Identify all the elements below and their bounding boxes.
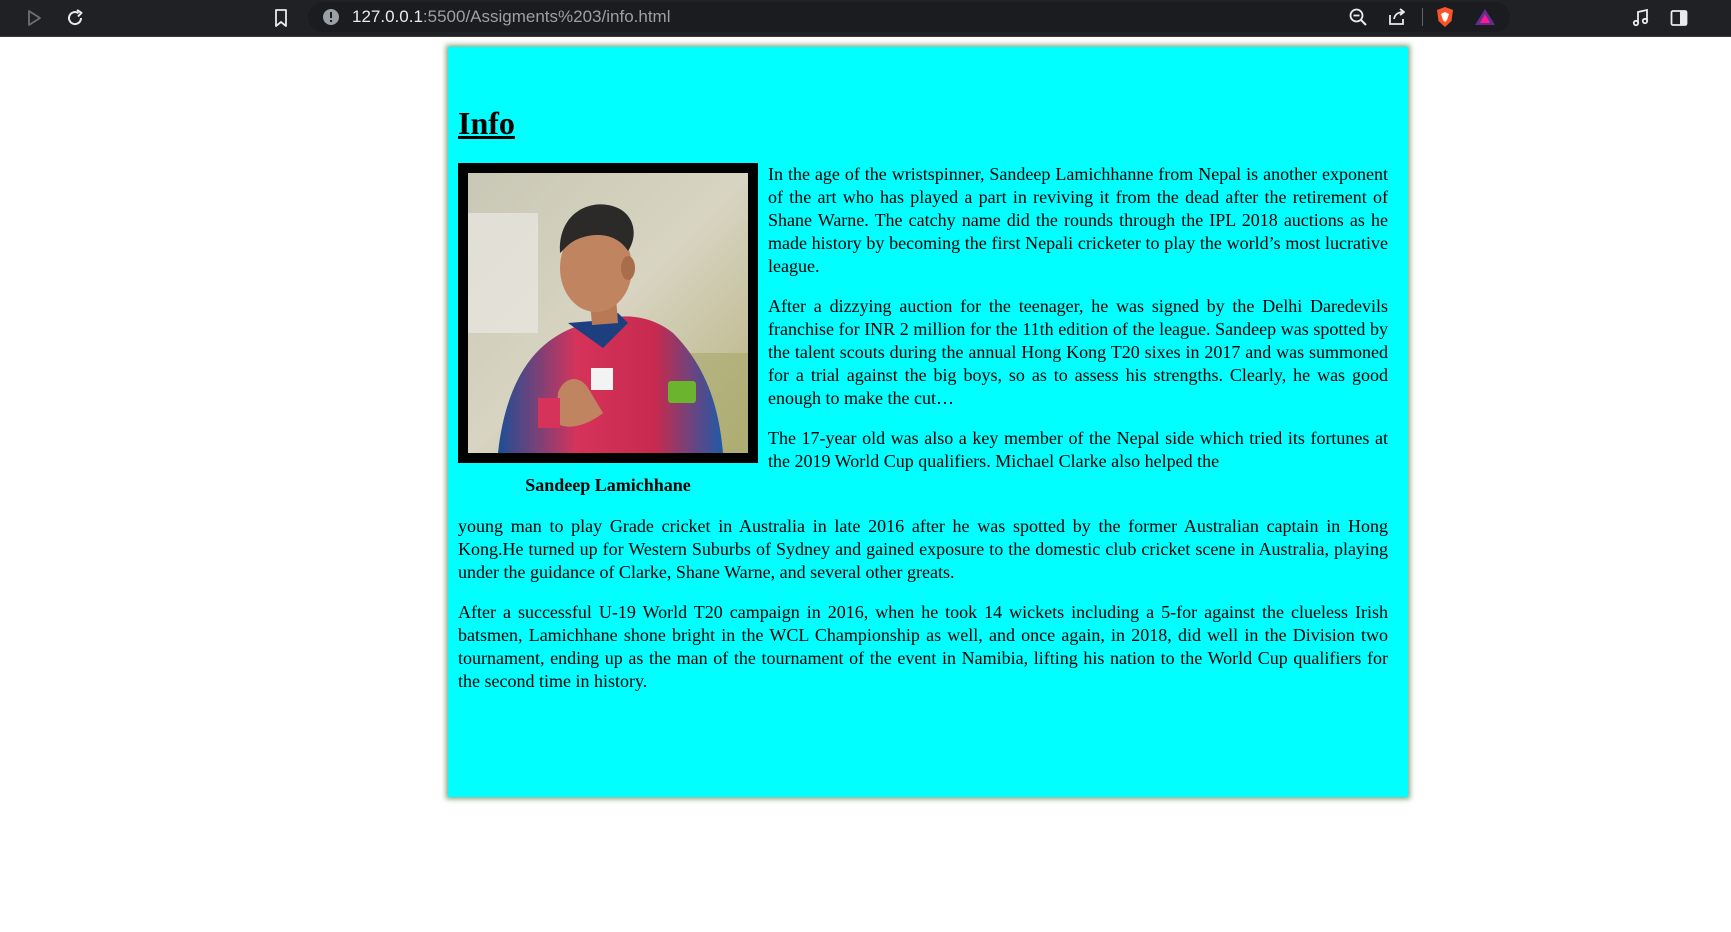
paragraph-4: young man to play Grade cricket in Austr… [458, 516, 1388, 582]
site-info-icon[interactable] [320, 6, 342, 28]
photo-caption: Sandeep Lamichhane [525, 475, 691, 495]
media-icon[interactable] [1626, 4, 1654, 32]
info-card: Info Sandeep Lamichhane In the age of th… [448, 47, 1408, 797]
url-text[interactable]: 127.0.0.1:5500/Assigments%203/info.html [352, 2, 671, 32]
url-path: :5500/Assigments%203/info.html [422, 7, 671, 26]
share-icon[interactable] [1386, 6, 1408, 28]
player-photo [468, 173, 748, 453]
profile-figure: Sandeep Lamichhane [458, 163, 758, 496]
play-icon[interactable] [20, 4, 48, 32]
bookmark-icon[interactable] [267, 4, 295, 32]
zoom-out-icon[interactable] [1347, 6, 1369, 28]
reload-icon[interactable] [61, 4, 89, 32]
brave-rewards-icon[interactable] [1474, 6, 1496, 28]
paragraph-5: After a successful U-19 World T20 campai… [458, 602, 1388, 691]
url-host: 127.0.0.1 [352, 7, 423, 26]
brave-shield-icon[interactable] [1434, 6, 1456, 28]
sidebar-icon[interactable] [1665, 4, 1693, 32]
paragraph-3: The 17-year old was also a key member of… [768, 428, 1388, 471]
browser-toolbar: 127.0.0.1:5500/Assigments%203/info.html [0, 0, 1731, 37]
paragraph-1: In the age of the wristspinner, Sandeep … [768, 164, 1388, 276]
page-title: Info [458, 105, 515, 141]
url-divider [1422, 8, 1423, 26]
address-bar[interactable]: 127.0.0.1:5500/Assigments%203/info.html [308, 2, 1510, 32]
paragraph-2: After a dizzying auction for the teenage… [768, 296, 1388, 408]
photo-frame [458, 163, 758, 463]
